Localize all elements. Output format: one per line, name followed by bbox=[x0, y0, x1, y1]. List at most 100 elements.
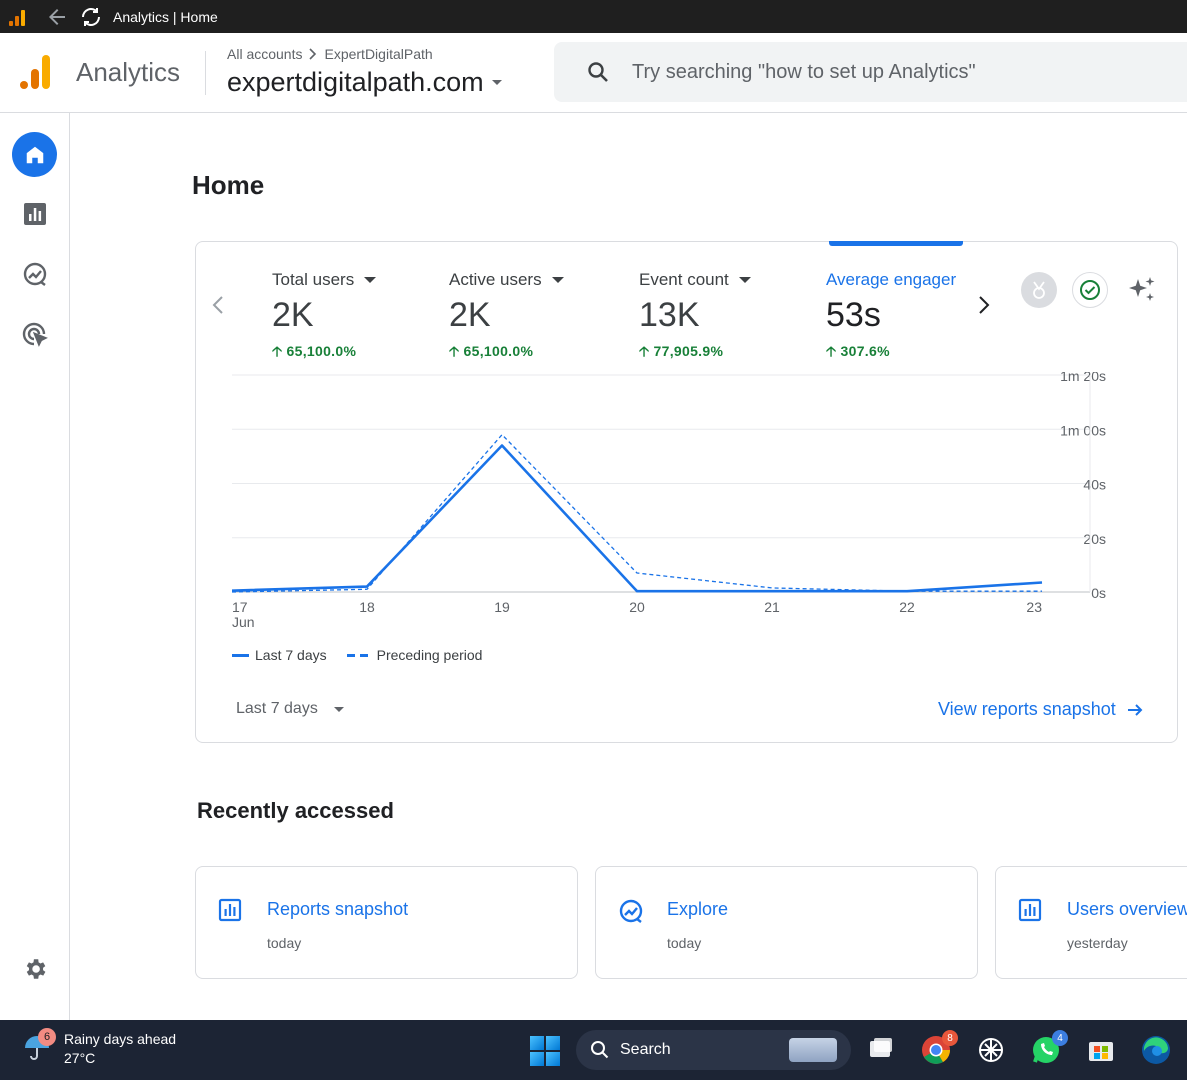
legend-previous: Preceding period bbox=[376, 647, 483, 663]
nav-explore[interactable] bbox=[12, 251, 57, 296]
metric-label-text: Average engager bbox=[826, 270, 957, 289]
whatsapp-icon[interactable]: 4 bbox=[1030, 1030, 1068, 1066]
taskbar-search-label: Search bbox=[620, 1041, 671, 1058]
weather-temp: 27°C bbox=[64, 1050, 96, 1066]
legend-current: Last 7 days bbox=[255, 647, 327, 663]
header-divider bbox=[205, 51, 206, 95]
left-nav bbox=[0, 113, 70, 1020]
window-title: Analytics | Home bbox=[113, 8, 218, 25]
nav-home[interactable] bbox=[12, 132, 57, 177]
y-tick-label: 0s bbox=[1091, 585, 1106, 601]
metric-event-count[interactable]: Event count 13K 🡡 77,905.9% bbox=[639, 270, 751, 365]
nav-advertising[interactable] bbox=[12, 311, 57, 356]
metric-active-users[interactable]: Active users 2K 🡡 65,100.0% bbox=[449, 270, 564, 365]
date-range-label: Last 7 days bbox=[236, 700, 318, 717]
recent-card-users-overview[interactable]: Users overview yesterday bbox=[995, 866, 1187, 979]
chart-legend: Last 7 days Preceding period bbox=[232, 647, 482, 663]
search-input[interactable] bbox=[632, 60, 1152, 84]
x-tick-label: 19 bbox=[494, 599, 510, 615]
metric-delta: 🡡 65,100.0% bbox=[272, 343, 357, 359]
nav-settings[interactable] bbox=[12, 946, 57, 991]
reload-icon[interactable] bbox=[79, 5, 103, 29]
analytics-logo-icon[interactable] bbox=[20, 53, 52, 89]
data-quality-button[interactable] bbox=[1072, 272, 1108, 308]
edge-icon[interactable] bbox=[1140, 1034, 1172, 1066]
metric-average-engagement[interactable]: Average engager 53s 🡡 307.6% bbox=[826, 270, 963, 365]
metric-value: 13K bbox=[639, 296, 700, 334]
dropdown-caret-icon[interactable] bbox=[738, 277, 751, 283]
legend-solid-swatch bbox=[232, 653, 249, 657]
y-tick-label: 40s bbox=[1083, 477, 1106, 493]
y-tick-label: 1m 20s bbox=[1060, 372, 1106, 384]
legend-dashed-swatch bbox=[346, 653, 369, 657]
arrow-right-icon bbox=[1127, 703, 1143, 716]
umbrella-icon: 6 bbox=[22, 1028, 56, 1062]
x-tick-label: 20 bbox=[629, 599, 645, 615]
bar-chart-icon bbox=[1018, 898, 1042, 922]
medal-icon bbox=[1033, 281, 1045, 299]
view-link-label: View reports snapshot bbox=[938, 699, 1116, 719]
recent-card-reports-snapshot[interactable]: Reports snapshot today bbox=[195, 866, 578, 979]
view-reports-snapshot-link[interactable]: View reports snapshot bbox=[938, 699, 1144, 720]
recent-card-explore[interactable]: Explore today bbox=[595, 866, 978, 979]
date-range-selector[interactable]: Last 7 days bbox=[236, 700, 344, 718]
bar-chart-icon bbox=[218, 898, 242, 922]
insights-badge-button[interactable] bbox=[1021, 272, 1057, 308]
metric-label: Event count bbox=[639, 270, 751, 290]
breadcrumb-account[interactable]: ExpertDigitalPath bbox=[324, 46, 432, 62]
chevron-left-icon[interactable] bbox=[210, 294, 226, 316]
x-tick-label: 21 bbox=[764, 599, 780, 615]
nav-reports[interactable] bbox=[12, 191, 57, 236]
dropdown-caret-icon bbox=[333, 706, 344, 712]
y-tick-label: 20s bbox=[1083, 531, 1106, 547]
task-view-icon[interactable] bbox=[866, 1034, 898, 1066]
metric-delta: 🡡 307.6% bbox=[826, 343, 890, 359]
overview-card: Total users 2K 🡡 65,100.0% Active users … bbox=[195, 241, 1178, 743]
window-title-bar: Analytics | Home bbox=[0, 0, 1187, 33]
search-icon bbox=[588, 62, 608, 82]
chevron-right-icon[interactable] bbox=[976, 294, 992, 316]
sparkle-icon bbox=[1129, 277, 1155, 301]
recent-card-title: Explore bbox=[667, 899, 729, 919]
metric-delta: 🡡 65,100.0% bbox=[449, 343, 534, 359]
dropdown-caret-icon[interactable] bbox=[364, 277, 377, 283]
chatgpt-icon[interactable] bbox=[975, 1034, 1007, 1066]
metric-value: 53s bbox=[826, 296, 881, 334]
breadcrumb[interactable]: All accounts ExpertDigitalPath bbox=[227, 46, 433, 62]
metric-label: Average engager bbox=[826, 270, 963, 290]
metric-label-text: Event count bbox=[639, 270, 729, 289]
search-bar[interactable] bbox=[554, 42, 1187, 102]
metric-label: Active users bbox=[449, 270, 564, 290]
series-line-last-7-days bbox=[232, 444, 1043, 593]
active-metric-indicator bbox=[829, 241, 963, 246]
app-header: Analytics All accounts ExpertDigitalPath… bbox=[0, 33, 1187, 113]
cursor-target-icon bbox=[22, 322, 48, 347]
gear-icon bbox=[26, 958, 45, 979]
windows-taskbar: 6 Rainy days ahead 27°C Search 8 4 bbox=[0, 1020, 1187, 1080]
microsoft-store-icon[interactable] bbox=[1086, 1034, 1118, 1066]
metric-total-users[interactable]: Total users 2K 🡡 65,100.0% bbox=[272, 270, 377, 365]
metric-label: Total users bbox=[272, 270, 377, 290]
chrome-icon[interactable]: 8 bbox=[920, 1030, 958, 1066]
x-tick-label: 18 bbox=[359, 599, 375, 615]
chevron-right-icon bbox=[309, 48, 317, 60]
dropdown-caret-icon[interactable] bbox=[551, 277, 564, 283]
x-tick-label: 17 bbox=[232, 599, 248, 615]
property-selector[interactable]: expertdigitalpath.com bbox=[227, 67, 502, 98]
explore-icon bbox=[23, 262, 46, 286]
metric-delta: 🡡 77,905.9% bbox=[639, 343, 724, 359]
whatsapp-badge: 4 bbox=[1052, 1030, 1068, 1046]
engagement-line-chart: 0s 20s 40s 1m 00s 1m 20s 17 18 19 20 21 22 23 Jun bbox=[232, 372, 1106, 630]
recent-card-time: today bbox=[667, 935, 702, 951]
taskbar-search[interactable]: Search bbox=[576, 1030, 851, 1070]
analytics-favicon-icon bbox=[9, 8, 27, 26]
app-name[interactable]: Analytics bbox=[76, 57, 180, 88]
back-arrow-icon[interactable] bbox=[45, 5, 69, 29]
weather-widget[interactable]: 6 Rainy days ahead 27°C bbox=[22, 1028, 176, 1068]
recently-accessed-title: Recently accessed bbox=[197, 798, 394, 823]
windows-start-icon[interactable] bbox=[530, 1036, 560, 1066]
breadcrumb-all-accounts[interactable]: All accounts bbox=[227, 46, 302, 62]
ai-insights-button[interactable] bbox=[1124, 272, 1160, 308]
x-tick-label: 23 bbox=[1026, 599, 1042, 615]
series-line-preceding-period bbox=[232, 434, 1042, 593]
